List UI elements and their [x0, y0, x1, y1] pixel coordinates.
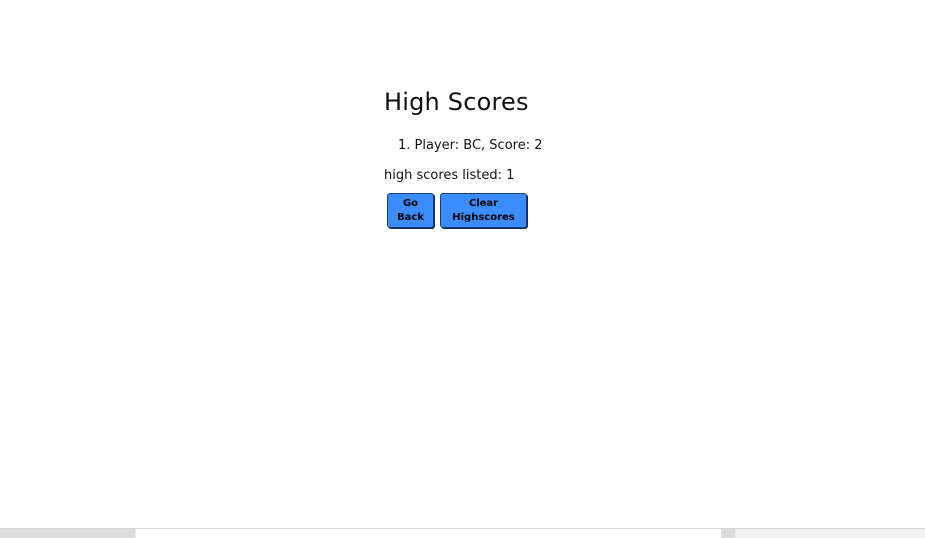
- score-count: high scores listed: 1: [384, 168, 515, 183]
- go-back-label-line2: Back: [397, 211, 424, 223]
- scrollbar-left-track: [0, 529, 135, 538]
- high-scores-panel: High Scores 1. Player: BC, Score: 2 high…: [384, 88, 584, 228]
- page: High Scores 1. Player: BC, Score: 2 high…: [0, 0, 925, 538]
- scrollbar-thumb[interactable]: [136, 529, 721, 538]
- score-item: 1. Player: BC, Score: 2: [398, 138, 543, 153]
- scrollbar-right-track: [721, 529, 735, 538]
- clear-highscores-button[interactable]: Clear Highscores: [440, 193, 527, 228]
- score-list: 1. Player: BC, Score: 2: [384, 138, 584, 154]
- go-back-button[interactable]: Go Back: [387, 193, 434, 228]
- page-title: High Scores: [384, 88, 529, 116]
- clear-label-line2: Highscores: [452, 211, 515, 223]
- horizontal-scrollbar[interactable]: [0, 528, 925, 538]
- go-back-label-line1: Go: [402, 197, 419, 209]
- clear-label-line1: Clear: [468, 197, 499, 209]
- button-row: Go Back Clear Highscores: [387, 193, 584, 228]
